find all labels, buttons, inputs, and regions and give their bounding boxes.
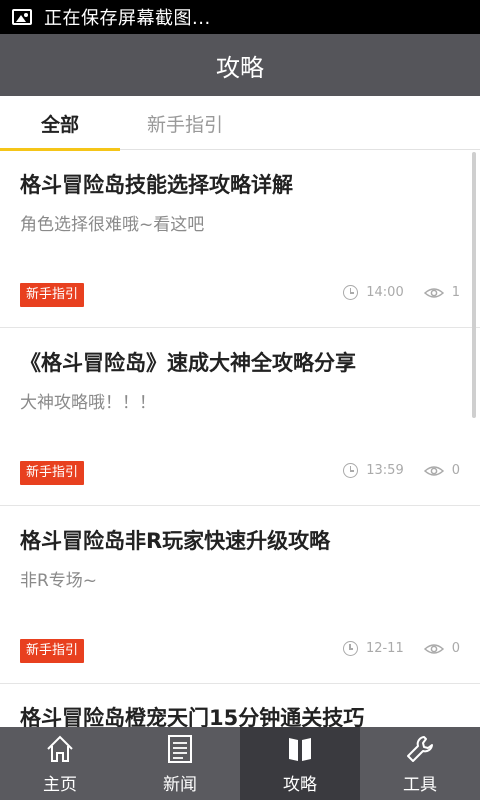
list-item[interactable]: 格斗冒险岛技能选择攻略详解 角色选择很难哦~看这吧 新手指引 14:00 1 [0,150,480,328]
eye-icon [423,643,444,655]
view-count: 0 [451,641,460,656]
wrench-icon [405,732,435,766]
article-time: 14:00 [366,285,404,300]
news-icon [167,732,193,766]
article-list: 格斗冒险岛技能选择攻略详解 角色选择很难哦~看这吧 新手指引 14:00 1 《… [0,150,480,727]
nav-home[interactable]: 主页 [0,727,120,800]
category-tag: 新手指引 [20,461,85,485]
view-count: 0 [451,463,460,478]
view-count: 1 [451,285,460,300]
article-meta: 12-11 0 [342,641,460,656]
status-text: 正在保存屏幕截图... [44,8,211,29]
article-title: 《格斗冒险岛》速成大神全攻略分享 [20,351,356,375]
nav-guides[interactable]: 攻略 [240,727,360,800]
category-tag: 新手指引 [20,639,85,663]
nav-news-label: 新闻 [163,775,197,795]
clock-icon [342,641,358,656]
scrollbar[interactable] [472,152,476,418]
article-title: 格斗冒险岛技能选择攻略详解 [20,173,293,197]
eye-icon [423,465,444,477]
article-time: 13:59 [366,463,404,478]
image-icon [12,9,32,25]
home-icon [45,732,75,766]
article-description: 大神攻略哦！！！ [20,393,156,413]
nav-tools[interactable]: 工具 [360,727,480,800]
article-description: 角色选择很难哦~看这吧 [20,215,205,235]
list-item[interactable]: 《格斗冒险岛》速成大神全攻略分享 大神攻略哦！！！ 新手指引 13:59 0 [0,328,480,506]
book-icon [285,732,315,766]
tab-beginner-guide[interactable]: 新手指引 [120,96,250,150]
nav-news[interactable]: 新闻 [120,727,240,800]
tab-all[interactable]: 全部 [0,96,120,151]
clock-icon [343,463,359,478]
list-item[interactable]: 格斗冒险岛非R玩家快速升级攻略 非R专场~ 新手指引 12-11 0 [0,506,480,684]
tab-bar: 全部 新手指引 [0,96,480,151]
article-description: 非R专场~ [20,571,98,591]
article-meta: 14:00 1 [343,285,460,300]
article-title: 格斗冒险岛非R玩家快速升级攻略 [20,529,331,553]
clock-icon [343,285,359,300]
eye-icon [423,287,444,299]
nav-guides-label: 攻略 [283,775,317,795]
article-meta: 13:59 0 [343,463,460,478]
page-title: 攻略 [0,34,480,96]
status-bar: 正在保存屏幕截图... [0,0,480,34]
category-tag: 新手指引 [20,283,85,307]
nav-home-label: 主页 [43,775,77,795]
article-title[interactable]: 格斗冒险岛橙宠天门15分钟通关技巧 [0,684,480,727]
article-time: 12-11 [365,641,404,656]
nav-tools-label: 工具 [403,775,437,795]
bottom-nav: 主页 新闻 攻略 工具 [0,727,480,800]
